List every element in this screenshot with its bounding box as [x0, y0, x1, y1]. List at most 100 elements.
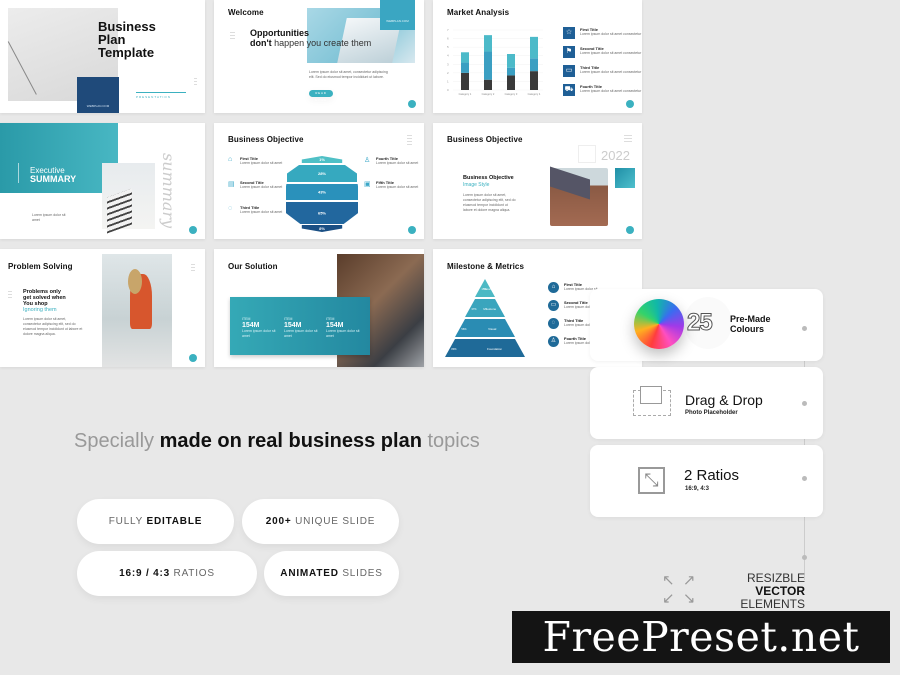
- y-tick-label: 6: [447, 37, 449, 41]
- color-orb-icon: [634, 299, 684, 349]
- problem-paragraph: Lorem ipsum dolor sit amet, consectetur …: [23, 317, 83, 336]
- stat-item: ITEM 154M Lorem ipsum dolor sit amet: [284, 317, 318, 338]
- pyramid-pct: 15%: [481, 287, 487, 291]
- pyramid-chart: Goal15%Milestone37%Visual56%Foundation89…: [445, 279, 525, 357]
- objective-item: ♙ Fourth Title Lorem ipsum dolor sit amet: [364, 156, 418, 166]
- bar: [530, 71, 538, 90]
- feature-desc: Lorem ipsum dolor sit amet consectetur: [580, 32, 642, 36]
- dragdrop-subtitle: Photo Placeholder: [685, 410, 738, 416]
- slide-title: Market Analysis: [447, 8, 510, 17]
- cover-subtitle: PRESENTATION: [136, 92, 186, 99]
- objective-paragraph: Lorem ipsum dolor sit amet, consectetur …: [463, 193, 516, 212]
- slide-title: Business Objective: [447, 135, 523, 144]
- pyramid-pct: 56%: [461, 327, 467, 331]
- website-tag: WEBPLAN.COM: [77, 77, 119, 113]
- x-tick-label: Category 2: [482, 92, 495, 96]
- objective-item: ▣ Fifth Title Lorem ipsum dolor sit amet: [364, 180, 418, 190]
- bar: [530, 36, 538, 59]
- slide-cover[interactable]: WEBPLAN.COM Business Plan Template PRESENT…: [0, 0, 205, 113]
- image-placeholder-icon: [633, 386, 671, 416]
- objective-item: ⌂ First Title Lorem ipsum dolor sit amet: [228, 156, 282, 166]
- feature-card-dragdrop: Drag & Drop Photo Placeholder: [590, 367, 823, 439]
- pyramid-label: Milestone: [483, 307, 496, 311]
- y-tick-label: 3: [447, 62, 449, 66]
- feature-item: ⛟ Fourth Title Lorem ipsum dolor sit amet …: [563, 84, 641, 96]
- menu-icon: [407, 135, 412, 145]
- resize-diagonal-icon: ⤡: [638, 467, 665, 494]
- website-tag: WEBPLAN.COM: [380, 0, 415, 30]
- feature-desc: Lorem ipsum dolor sit amet consectetur: [580, 51, 642, 55]
- slide-our-solution[interactable]: Our Solution ITEM 154M Lorem ipsum dolor s…: [214, 249, 424, 367]
- y-tick-label: 0: [447, 88, 449, 92]
- feature-desc: Lorem ipsum dolor sit amet consectetur: [580, 70, 642, 74]
- summary-caption: Lorem ipsum dolor sit amet: [32, 213, 66, 222]
- pill-ratios: 16:9 / 4:3 RATIOS: [77, 551, 257, 596]
- welcome-headline: Opportunities don't happen you create the…: [250, 28, 372, 48]
- slide-executive-summary[interactable]: Executive SUMMARY summary Lorem ipsum dol…: [0, 123, 205, 239]
- next-button[interactable]: [408, 226, 416, 234]
- x-tick-label: Category 1: [459, 92, 472, 96]
- feature-item: ⚑ Second Title Lorem ipsum dolor sit amet …: [563, 46, 641, 58]
- bar: [507, 54, 515, 68]
- ratios-title: 2 Ratios: [684, 467, 740, 484]
- chat-icon: ◌: [228, 205, 233, 212]
- objective-item: ▤ Second Title Lorem ipsum dolor sit amet: [228, 180, 282, 190]
- slide-business-objective-image[interactable]: Business Objective 2022 Business Objecti…: [433, 123, 642, 239]
- next-button[interactable]: [408, 100, 416, 108]
- next-button[interactable]: [189, 226, 197, 234]
- x-tick-label: Category 3: [505, 92, 518, 96]
- next-button[interactable]: [626, 100, 634, 108]
- bar: [484, 79, 492, 90]
- pyramid-tier: [445, 339, 525, 357]
- slide-title: Our Solution: [228, 262, 278, 271]
- slide-welcome[interactable]: Welcome WEBPLAN.COM Opportunities don't h…: [214, 0, 424, 113]
- stat-item: ITEM 154M Lorem ipsum dolor sit amet: [242, 317, 276, 338]
- globe-label: 28%: [318, 171, 326, 176]
- building-photo: [102, 163, 155, 229]
- timeline-dot: [802, 401, 807, 406]
- next-button[interactable]: [626, 226, 634, 234]
- script-word: summary: [159, 153, 178, 229]
- bar: [507, 67, 515, 76]
- pill-animated: ANIMATED SLIDES: [264, 551, 399, 596]
- globe-label: 1%: [319, 157, 325, 162]
- objective-item: ◌ Third Title Lorem ipsum dolor sit amet: [228, 205, 282, 215]
- pyramid-pct: 89%: [451, 347, 457, 351]
- person-hair: [128, 269, 142, 294]
- read-more-button[interactable]: READ MORE: [309, 90, 333, 102]
- pill-fully-editable: FULLY EDITABLE: [77, 499, 234, 544]
- bar: [484, 35, 492, 52]
- teal-square: [615, 168, 635, 188]
- y-tick-label: 1: [447, 79, 449, 83]
- slide-title: Business Objective: [228, 135, 304, 144]
- headline: Specially made on real business plan top…: [74, 430, 480, 452]
- chart-icon: ▤: [228, 181, 235, 188]
- board-icon: ▣: [364, 181, 371, 188]
- slide-problem-solving[interactable]: Problem Solving Problems only get solved …: [0, 249, 205, 367]
- slide-market-analysis[interactable]: Market Analysis 0 1 2 3 4 5 6 7 Category 1 Catego…: [433, 0, 642, 113]
- colour-count: 25: [687, 309, 714, 337]
- watermark: FreePreset.net: [512, 611, 890, 663]
- bar-chart: 0 1 2 3 4 5 6 7 Category 1 Category 2 Category 3 Ca…: [447, 28, 543, 96]
- stats-panel: ITEM 154M Lorem ipsum dolor sit amet ITEM 1…: [230, 297, 370, 355]
- star-icon: ☆: [563, 27, 575, 39]
- ratios-subtitle: 16:9, 4:3: [685, 486, 710, 492]
- cover-title: Business Plan Template: [98, 19, 156, 60]
- next-button[interactable]: [189, 354, 197, 362]
- bag-icon: ⌂: [548, 282, 559, 293]
- milestone-item: ⌂ First Title Lorem ipsum dolor sit: [548, 282, 597, 293]
- feature-card-colours: 25 Pre-Made Colours: [590, 289, 823, 361]
- y-tick-label: 4: [447, 54, 449, 58]
- slide-business-objective-globe[interactable]: Business Objective 1% 28% 43% 65% 8% ⌂ First …: [214, 123, 424, 239]
- bar: [507, 75, 515, 90]
- menu-icon: [194, 78, 197, 85]
- globe-label: 43%: [318, 190, 326, 195]
- y-tick-label: 5: [447, 45, 449, 49]
- feature-card-ratios: ⤡ 2 Ratios 16:9, 4:3: [590, 445, 823, 517]
- y-tick-label: 7: [447, 28, 449, 32]
- bar: [461, 62, 469, 73]
- monitor-icon: ▭: [563, 65, 575, 77]
- building-photo: [550, 168, 608, 226]
- user-icon: ♙: [364, 157, 371, 164]
- globe-chart: 1% 28% 43% 65% 8%: [286, 156, 358, 232]
